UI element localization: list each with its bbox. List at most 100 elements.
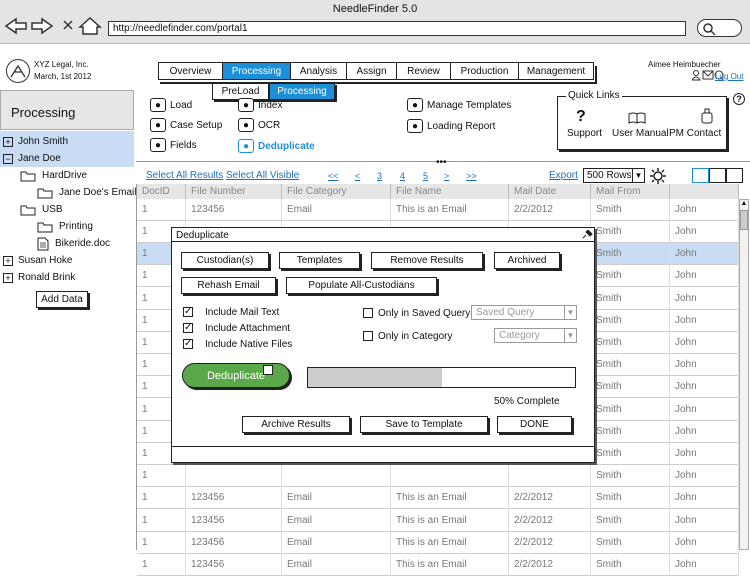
col-header-mail-date[interactable]: Mail Date [509,184,591,199]
export-link[interactable]: Export [549,170,578,181]
tree-item-jane-doe[interactable]: − Jane Doe [3,150,61,167]
templates-button[interactable]: Templates [279,252,360,269]
pin-icon[interactable] [581,230,593,240]
include-attachment-checkbox[interactable]: ✓ [183,323,193,333]
col-header-file-name[interactable]: File Name [391,184,509,199]
tab-review[interactable]: Review [396,62,450,80]
table-row[interactable]: 1 123456 Email This is an Email 2/2/2012 Smit… [137,531,739,554]
url-input[interactable]: http://needlefinder.com/portal1 [108,21,686,36]
pager-next[interactable]: > [444,171,449,181]
browser-search[interactable] [697,19,742,37]
action-case-setup[interactable]: ● Case Setup [150,118,222,132]
populate-all-custodians-button[interactable]: Populate All-Custodians [286,277,437,294]
profile-icon[interactable] [692,70,701,81]
tab-overview[interactable]: Overview [158,62,222,80]
table-row[interactable]: 1 123456 Email This is an Email 2/2/2012 Smit… [137,487,739,510]
remove-results-button[interactable]: Remove Results [371,252,483,269]
action-ocr[interactable]: ● OCR [238,118,280,132]
col-header-docid[interactable]: DocID [137,184,186,199]
satellite-icon [10,64,26,78]
grid-scrollbar[interactable] [739,199,749,550]
table-row[interactable]: 1 123456 Email This is an Email 2/2/2012… [137,199,739,221]
tab-management[interactable]: Management [518,62,594,80]
window-title: NeedleFinder 5.0 [332,3,418,15]
table-cell: John [670,265,739,288]
expand-icon[interactable]: + [3,136,13,147]
forward-icon[interactable] [31,17,54,35]
select-all-visible-link[interactable]: Select All Visible [226,170,299,181]
expand-icon[interactable]: + [3,272,13,283]
mail-icon[interactable] [702,70,714,80]
category-select[interactable]: Category ▼ [494,328,577,343]
gear-icon[interactable] [649,167,667,185]
rehash-email-button[interactable]: Rehash Email [181,277,276,294]
tree-item-printing[interactable]: Printing [37,218,93,235]
only-saved-query-checkbox[interactable] [363,308,373,318]
tree-item-ronald-brink[interactable]: + Ronald Brink [3,269,75,286]
col-header-file-category[interactable]: File Category [282,184,391,199]
pager-last[interactable]: >> [466,171,477,181]
scroll-thumb[interactable] [740,210,748,230]
tree-item-usb[interactable]: USB [20,201,63,218]
toggle-view-icon[interactable] [709,168,726,183]
save-to-template-button[interactable]: Save to Template [360,416,488,433]
action-fields[interactable]: ● Fields [150,138,197,152]
action-manage-templates[interactable]: ● Manage Templates [407,98,511,112]
select-all-results-link[interactable]: Select All Results [146,170,223,181]
rows-select[interactable]: 500 Rows ▼ [583,168,645,183]
only-category-checkbox[interactable] [363,331,373,341]
archive-results-button[interactable]: Archive Results [242,416,350,433]
col-header-extra[interactable] [670,184,739,199]
pager-prev[interactable]: < [355,171,360,181]
custodians-button[interactable]: Custodian(s) [181,252,269,269]
tree-item-harddrive[interactable]: HardDrive [20,167,87,184]
home-icon[interactable] [78,17,102,35]
table-row[interactable]: 1 Smith John [137,465,739,488]
archived-button[interactable]: Archived [494,252,560,269]
action-load[interactable]: ● Load [150,98,192,112]
pager-page-4[interactable]: 4 [400,171,405,181]
collapse-icon[interactable]: − [3,153,13,164]
tree-item-bikeride[interactable]: Bikeride.doc [37,235,110,252]
table-cell: Smith [591,487,670,510]
tree-item-jane-email[interactable]: Jane Doe's Email [37,184,137,201]
deduplicate-button[interactable]: Deduplicate [182,363,290,388]
done-button[interactable]: DONE [497,416,572,433]
logout-link[interactable]: Log Out [715,72,743,81]
pager-page-5[interactable]: 5 [423,171,428,181]
scroll-up-icon[interactable]: ▲ [739,200,749,207]
action-index[interactable]: ● Index [238,98,282,112]
back-icon[interactable] [4,17,27,35]
table-row[interactable]: 1 123456 Email This is an Email 2/2/2012 Smit… [137,509,739,532]
link-pm-contact[interactable]: PM Contact [669,128,721,139]
col-header-mail-from[interactable]: Mail From [591,184,670,199]
col-header-file-number[interactable]: File Number [186,184,282,199]
table-row[interactable]: 1 123456 Email This is an Email 2/2/2012 Smit… [137,554,739,576]
tab-production[interactable]: Production [450,62,518,80]
action-deduplicate[interactable]: ● Deduplicate [238,139,315,153]
dialog-footer-divider [172,446,594,447]
copy-view-icon[interactable] [726,168,743,183]
pager-page-3[interactable]: 3 [377,171,382,181]
tree-item-susan-hoke[interactable]: + Susan Hoke [3,252,72,269]
include-mail-text-checkbox[interactable]: ✓ [183,307,193,317]
expand-icon[interactable]: + [3,255,13,266]
table-cell: 1 [137,509,186,532]
table-cell: John [670,531,739,554]
close-icon[interactable] [63,20,73,30]
tab-analysis[interactable]: Analysis [290,62,346,80]
add-data-button[interactable]: Add Data [36,291,88,308]
link-user-manual[interactable]: User Manual [612,128,669,139]
tab-processing[interactable]: Processing [222,62,290,80]
splitter-handle[interactable]: ••• [436,157,447,168]
list-view-icon[interactable] [692,168,709,183]
saved-query-select[interactable]: Saved Query ▼ [471,305,577,320]
help-icon[interactable]: ? [733,93,745,105]
include-native-files-checkbox[interactable]: ✓ [183,339,193,349]
tree-item-john-smith[interactable]: + John Smith [3,133,68,150]
action-loading-report[interactable]: ● Loading Report [407,119,495,133]
pager-first[interactable]: << [328,171,339,181]
table-cell: 1 [137,487,186,510]
tab-assign[interactable]: Assign [346,62,396,80]
link-support[interactable]: Support [567,128,602,139]
